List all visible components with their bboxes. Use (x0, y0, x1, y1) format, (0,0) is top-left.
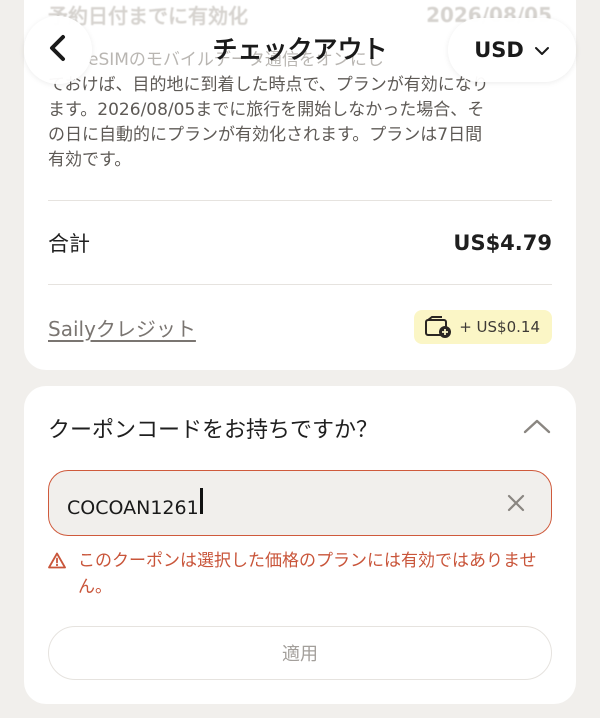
coupon-code-value: COCOAN1261 (67, 496, 199, 519)
clear-input-button[interactable] (499, 486, 533, 520)
total-label: 合計 (48, 232, 90, 256)
wallet-plus-icon (424, 315, 452, 339)
coupon-header[interactable]: クーポンコードをお持ちですか？ (48, 412, 552, 444)
coupon-input-wrapper[interactable]: COCOAN1261 (48, 470, 552, 536)
page-title: チェックアウト (212, 35, 388, 64)
credit-badge-amount: + US$0.14 (459, 318, 540, 336)
saily-credit-link[interactable]: Sailyクレジット (48, 313, 196, 342)
currency-selector[interactable]: USD (448, 18, 576, 82)
back-button[interactable] (24, 16, 92, 84)
total-value: US$4.79 (453, 231, 552, 255)
coupon-code-input[interactable]: COCOAN1261 (67, 487, 499, 519)
credit-row: Sailyクレジット + US$0.14 (48, 310, 552, 344)
description-line: ます。2026/08/05までに旅行を開始しなかった場合、そ (48, 100, 485, 120)
coupon-error: このクーポンは選択した価格のプランには有効ではありません。 (48, 548, 556, 600)
currency-label: USD (474, 38, 524, 62)
chevron-up-icon[interactable] (522, 417, 552, 439)
close-icon (507, 494, 525, 512)
coupon-title: クーポンコードをお持ちですか？ (48, 418, 379, 443)
coupon-error-message: このクーポンは選択した価格のプランには有効ではありません。 (78, 551, 537, 597)
coupon-card: クーポンコードをお持ちですか？ COCOAN1261 このクーポンは選択した価格… (24, 386, 576, 704)
total-row: 合計 US$4.79 (48, 228, 552, 258)
chevron-left-icon (47, 34, 69, 66)
description-line: 有効です。 (48, 150, 132, 170)
apply-coupon-button[interactable]: 適用 (48, 626, 552, 680)
warning-icon (48, 548, 66, 573)
divider (48, 200, 552, 201)
chevron-down-icon (534, 38, 550, 62)
text-caret (199, 487, 203, 514)
description-line: の日に自動的にプランが有効化されます。プランは7日間 (48, 125, 483, 145)
divider (48, 284, 552, 285)
credit-badge: + US$0.14 (414, 310, 552, 344)
